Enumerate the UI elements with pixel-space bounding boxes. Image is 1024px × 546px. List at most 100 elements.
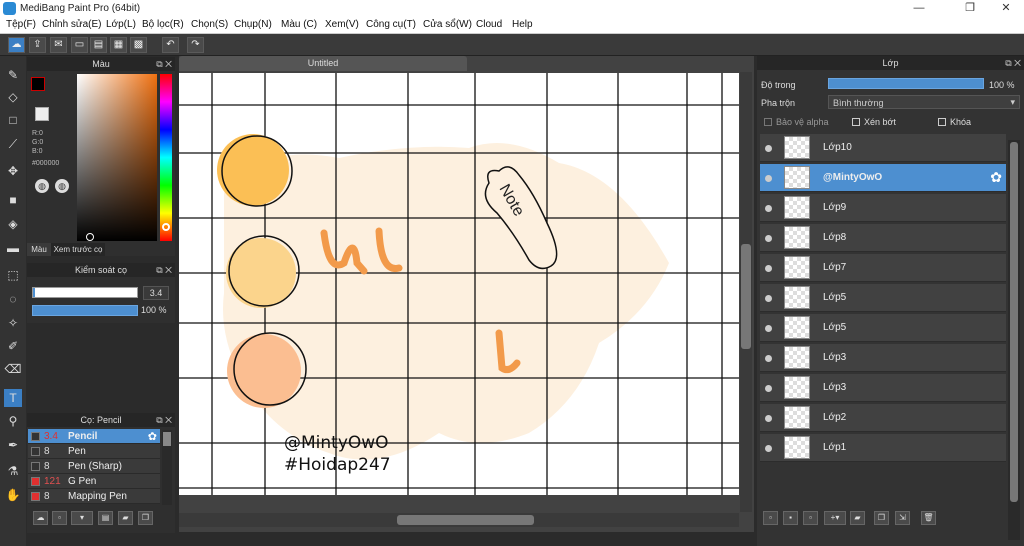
- protect-alpha-checkbox[interactable]: [764, 118, 772, 126]
- lock-checkbox[interactable]: [938, 118, 946, 126]
- tab-brush-preview[interactable]: Xem trước cọ: [51, 243, 105, 256]
- visibility-icon[interactable]: [765, 355, 772, 362]
- layer-row[interactable]: Lớp3: [760, 344, 1006, 372]
- trash-icon[interactable]: 🗑: [921, 511, 936, 525]
- panel-controls-icon[interactable]: ⧉ ✕: [156, 263, 172, 277]
- brush-size-slider[interactable]: [32, 287, 138, 298]
- undo-icon[interactable]: ↶: [162, 37, 179, 53]
- dropper-tool-icon[interactable]: ✒: [4, 436, 22, 454]
- rectangle-tool-icon[interactable]: □: [4, 111, 22, 129]
- brush-tool-icon[interactable]: ✎: [4, 66, 22, 84]
- layer-row[interactable]: Lớp5: [760, 314, 1006, 342]
- brush-cloud-icon[interactable]: ☁: [33, 511, 48, 525]
- eraser-tool-icon[interactable]: ◇: [4, 88, 22, 106]
- menu-window[interactable]: Cửa sổ(W): [423, 19, 472, 30]
- hue-slider[interactable]: [160, 74, 172, 241]
- move-tool-icon[interactable]: ✥: [4, 162, 22, 180]
- layer-row[interactable]: Lớp2: [760, 404, 1006, 432]
- eyedropper-icon[interactable]: ⚗: [4, 462, 22, 480]
- clipping-checkbox[interactable]: [852, 118, 860, 126]
- layer-row[interactable]: Lớp3: [760, 374, 1006, 402]
- hand-tool-icon[interactable]: ✋: [4, 486, 22, 504]
- palette-add-icon[interactable]: ◍: [55, 179, 69, 193]
- bucket-tool-icon[interactable]: ◈: [4, 215, 22, 233]
- menu-layer[interactable]: Lớp(L): [106, 19, 136, 30]
- new-layer-1bit-icon[interactable]: ▫: [803, 511, 818, 525]
- gradient-tool-icon[interactable]: ▬: [4, 239, 22, 257]
- magic-wand-icon[interactable]: ✧: [4, 314, 22, 332]
- menu-help[interactable]: Help: [512, 19, 533, 30]
- menu-capture[interactable]: Chụp(N): [234, 19, 272, 30]
- duplicate-layer-icon[interactable]: ❐: [874, 511, 889, 525]
- brush-duplicate-icon[interactable]: ❐: [138, 511, 153, 525]
- brush-folder-icon[interactable]: ▰: [118, 511, 133, 525]
- layer-row[interactable]: Lớp1: [760, 434, 1006, 462]
- brush-size-value[interactable]: 3.4: [143, 286, 169, 300]
- visibility-icon[interactable]: [765, 415, 772, 422]
- visibility-icon[interactable]: [765, 385, 772, 392]
- blend-mode-select[interactable]: Bình thường ▾: [828, 95, 1020, 109]
- picker-cursor[interactable]: [86, 233, 94, 241]
- layer-row[interactable]: Lớp10: [760, 134, 1006, 162]
- minimize-button[interactable]: —: [904, 0, 934, 17]
- select-pen-icon[interactable]: ✐: [4, 337, 22, 355]
- brush-item-g-pen[interactable]: 121 G Pen: [28, 474, 160, 489]
- operation-tool-icon[interactable]: ⚲: [4, 412, 22, 430]
- tiles-icon[interactable]: ▩: [130, 37, 147, 53]
- tab-color[interactable]: Màu: [27, 243, 51, 256]
- gear-icon[interactable]: ✿: [990, 169, 1002, 186]
- visibility-icon[interactable]: [765, 265, 772, 272]
- menu-select[interactable]: Chọn(S): [191, 19, 228, 30]
- visibility-icon[interactable]: [765, 235, 772, 242]
- brush-add-icon[interactable]: ▾: [71, 511, 93, 525]
- saturation-value-picker[interactable]: [77, 74, 157, 241]
- cloud-icon[interactable]: ☁: [8, 37, 25, 53]
- new-layer-icon[interactable]: ▫: [763, 511, 778, 525]
- grid-icon[interactable]: ▦: [110, 37, 127, 53]
- layer-row[interactable]: Lớp7: [760, 254, 1006, 282]
- document-tab[interactable]: Untitled: [179, 56, 467, 71]
- lasso-icon[interactable]: ◌: [4, 290, 22, 308]
- canvas[interactable]: Note @MintyOwO #Hoidap247: [179, 73, 739, 495]
- brush-new-icon[interactable]: ▫: [52, 511, 67, 525]
- visibility-icon[interactable]: [765, 295, 772, 302]
- select-eraser-icon[interactable]: ⌫: [4, 360, 22, 378]
- menu-cloud[interactable]: Cloud: [476, 19, 502, 30]
- canvas-horizontal-scrollbar[interactable]: [179, 513, 739, 527]
- add-layer-menu-icon[interactable]: +▾: [824, 511, 846, 525]
- menu-filter[interactable]: Bộ lọc(R): [142, 19, 184, 30]
- fill-rect-tool-icon[interactable]: ■: [4, 191, 22, 209]
- layer-opacity-slider[interactable]: [828, 78, 984, 89]
- layer-row[interactable]: Lớp9: [760, 194, 1006, 222]
- page-icon[interactable]: ▭: [71, 37, 88, 53]
- canvas-vertical-scrollbar[interactable]: [740, 72, 752, 512]
- layer-row-selected[interactable]: @MintyOwO ✿: [760, 164, 1006, 192]
- palette-icon[interactable]: ◍: [35, 179, 49, 193]
- brush-opacity-slider[interactable]: [32, 305, 138, 316]
- merge-layer-icon[interactable]: ⇲: [895, 511, 910, 525]
- redo-icon[interactable]: ↷: [187, 37, 204, 53]
- text-tool-icon[interactable]: T: [4, 389, 22, 407]
- transparent-swatch[interactable]: [35, 107, 49, 121]
- maximize-button[interactable]: ❐: [955, 0, 985, 17]
- brush-copy-icon[interactable]: ▤: [98, 511, 113, 525]
- visibility-icon[interactable]: [765, 205, 772, 212]
- brush-item-pen[interactable]: 8 Pen: [28, 444, 160, 459]
- new-layer-8bit-icon[interactable]: ▪: [783, 511, 798, 525]
- menu-tools[interactable]: Công cụ(T): [366, 19, 416, 30]
- visibility-icon[interactable]: [765, 325, 772, 332]
- brush-item-mapping-pen[interactable]: 8 Mapping Pen: [28, 489, 160, 504]
- brush-item-pen-sharp[interactable]: 8 Pen (Sharp): [28, 459, 160, 474]
- brush-list-scrollbar[interactable]: [162, 430, 172, 505]
- layer-row[interactable]: Lớp5: [760, 284, 1006, 312]
- hue-cursor[interactable]: [162, 223, 170, 231]
- folder-icon[interactable]: ▰: [850, 511, 865, 525]
- brush-item-pencil[interactable]: 3.4 Pencil ✿: [28, 429, 160, 444]
- select-rect-icon[interactable]: ⬚: [4, 266, 22, 284]
- comment-icon[interactable]: ✉: [50, 37, 67, 53]
- menu-color[interactable]: Màu (C): [281, 19, 317, 30]
- panel-controls-icon[interactable]: ⧉ ✕: [156, 413, 172, 427]
- panel-controls-icon[interactable]: ⧉ ✕: [1005, 56, 1021, 70]
- visibility-icon[interactable]: [765, 145, 772, 152]
- menu-file[interactable]: Tệp(F): [6, 19, 36, 30]
